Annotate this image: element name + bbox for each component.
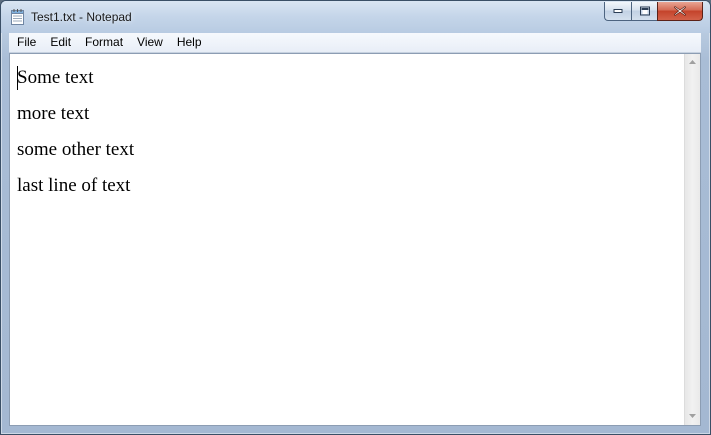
scroll-up-button[interactable] [685, 54, 700, 71]
text-line-3: some other text [17, 139, 135, 160]
text-line-1: Some text [17, 67, 94, 88]
scroll-down-button[interactable] [685, 408, 700, 425]
caption-buttons [604, 2, 703, 22]
vertical-scrollbar[interactable] [684, 54, 700, 425]
minimize-button[interactable] [604, 2, 631, 21]
menu-file[interactable]: File [9, 33, 43, 52]
maximize-button[interactable] [631, 2, 657, 21]
notepad-icon[interactable] [11, 9, 24, 25]
text-line-4: last line of text [17, 175, 131, 196]
menu-help[interactable]: Help [170, 33, 209, 52]
menu-view[interactable]: View [130, 33, 170, 52]
close-button[interactable] [657, 2, 703, 21]
title-bar[interactable]: Test1.txt - Notepad [1, 1, 710, 33]
menu-bar: File Edit Format View Help [9, 33, 701, 53]
text-caret [17, 66, 18, 90]
menu-format[interactable]: Format [78, 33, 130, 52]
menu-edit[interactable]: Edit [43, 33, 78, 52]
text-editor[interactable]: Some text more text some other text last… [10, 54, 684, 425]
window-title: Test1.txt - Notepad [31, 10, 132, 24]
text-line-2: more text [17, 103, 90, 124]
editor-frame: Some text more text some other text last… [9, 53, 701, 426]
notepad-window: Test1.txt - Notepad File Edit Format Vie… [0, 0, 711, 435]
